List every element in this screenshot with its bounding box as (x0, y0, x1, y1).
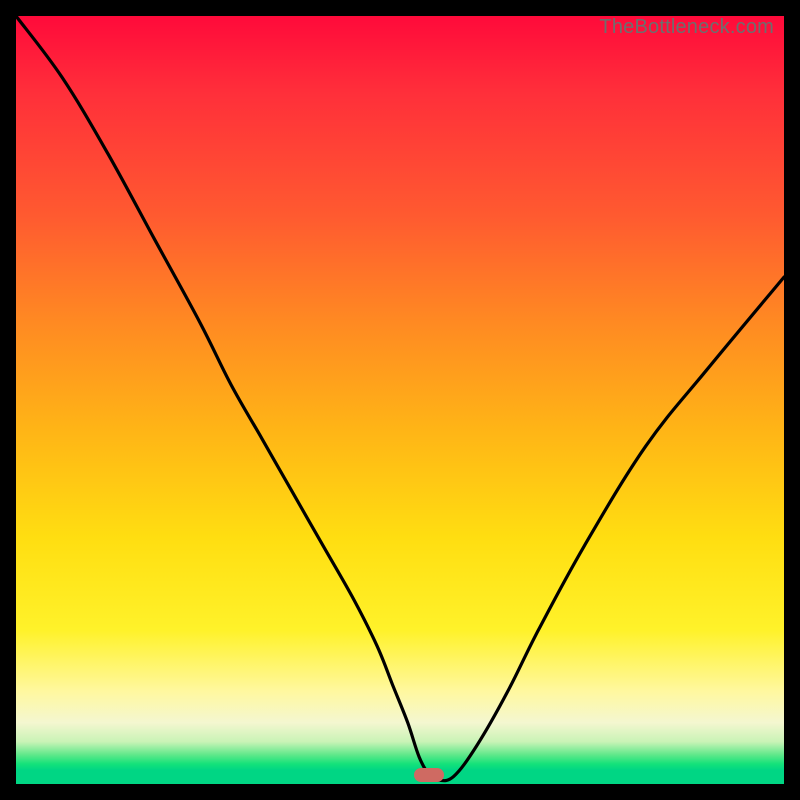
chart-frame: TheBottleneck.com (0, 0, 800, 800)
bottleneck-curve (16, 16, 784, 784)
plot-area: TheBottleneck.com (16, 16, 784, 784)
curve-path (16, 16, 784, 781)
optimal-marker (414, 768, 444, 782)
